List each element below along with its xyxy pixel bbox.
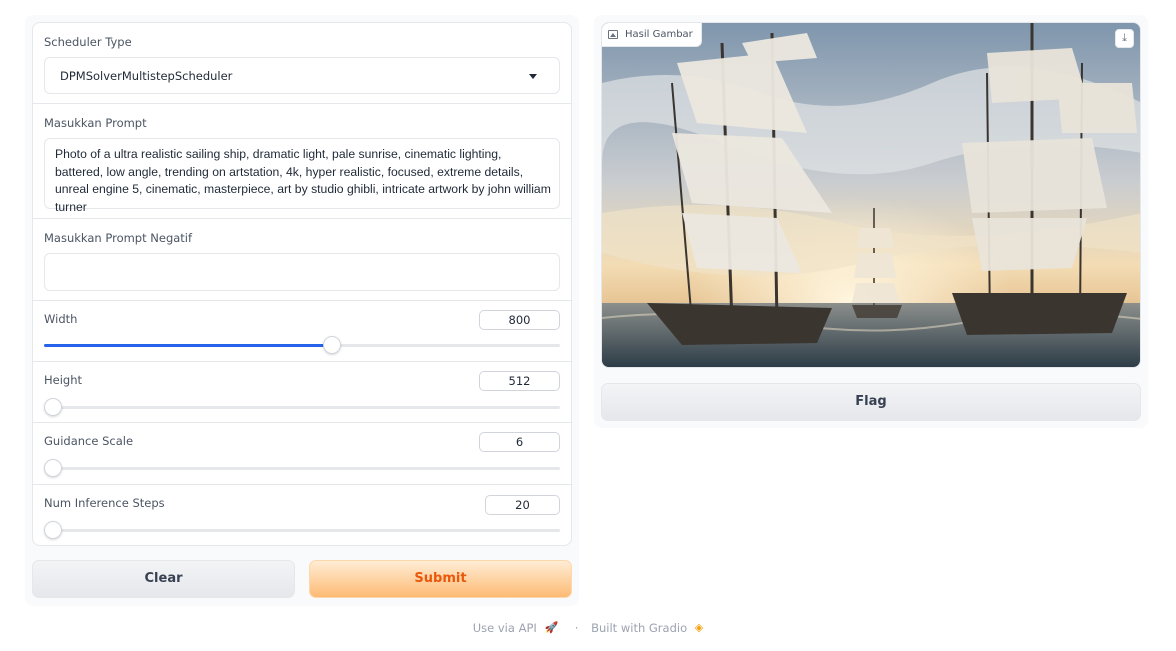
prompt-text: Photo of a ultra realistic sailing ship,… [55, 147, 551, 214]
steps-slider-thumb[interactable] [44, 521, 62, 539]
width-label: Width [44, 312, 78, 326]
scheduler-label: Scheduler Type [44, 35, 132, 49]
submit-button[interactable]: Submit [309, 560, 572, 598]
steps-slider-track[interactable] [44, 521, 560, 539]
footer: Use via API 🚀 · Built with Gradio ◈ [0, 620, 1176, 635]
image-icon [608, 30, 618, 39]
negative-prompt-block: Masukkan Prompt Negatif [33, 219, 571, 301]
guidance-slider-track[interactable] [44, 459, 560, 477]
scheduler-value: DPMSolverMultistepScheduler [60, 69, 233, 83]
clear-button[interactable]: Clear [32, 560, 295, 598]
scheduler-dropdown[interactable]: DPMSolverMultistepScheduler [44, 57, 560, 94]
scheduler-block: Scheduler Type DPMSolverMultistepSchedul… [33, 23, 571, 104]
height-slider-track[interactable] [44, 398, 560, 416]
image-label: Hasil Gambar [602, 23, 702, 47]
input-form: Scheduler Type DPMSolverMultistepSchedul… [32, 22, 572, 546]
height-slider-block: Height 512 [33, 362, 571, 423]
chevron-down-icon [529, 74, 537, 79]
prompt-label: Masukkan Prompt [44, 116, 147, 130]
width-number-input[interactable]: 800 [479, 310, 560, 330]
height-label: Height [44, 373, 83, 387]
width-slider-thumb[interactable] [322, 336, 341, 354]
generated-image [602, 23, 1140, 367]
negative-prompt-label: Masukkan Prompt Negatif [44, 231, 193, 245]
guidance-number-input[interactable]: 6 [479, 432, 560, 452]
output-image: Hasil Gambar ⤓ [601, 22, 1141, 368]
steps-label: Num Inference Steps [44, 496, 165, 510]
height-number-input[interactable]: 512 [479, 371, 560, 391]
output-panel: Hasil Gambar ⤓ Flag [594, 15, 1148, 428]
width-slider-fill [44, 344, 333, 347]
width-slider-track[interactable] [44, 336, 560, 354]
download-icon[interactable]: ⤓ [1115, 29, 1134, 48]
footer-separator: · [574, 620, 579, 635]
guidance-slider-thumb[interactable] [44, 459, 62, 477]
negative-prompt-input[interactable] [44, 253, 560, 291]
input-panel: Scheduler Type DPMSolverMultistepSchedul… [25, 15, 579, 606]
built-with-gradio-link[interactable]: Built with Gradio [591, 621, 687, 635]
height-slider-thumb[interactable] [44, 398, 62, 416]
guidance-slider-block: Guidance Scale 6 [33, 423, 571, 485]
guidance-label: Guidance Scale [44, 434, 134, 448]
steps-slider-block: Num Inference Steps 20 [33, 485, 571, 545]
prompt-block: Masukkan Prompt Photo of a ultra realist… [33, 104, 571, 219]
rocket-icon: 🚀 [544, 621, 559, 634]
gradio-logo-icon: ◈ [694, 621, 704, 634]
use-via-api-link[interactable]: Use via API [473, 621, 537, 635]
flag-button[interactable]: Flag [601, 383, 1141, 421]
steps-number-input[interactable]: 20 [485, 495, 560, 515]
width-slider-block: Width 800 [33, 301, 571, 362]
prompt-input[interactable]: Photo of a ultra realistic sailing ship,… [44, 138, 560, 214]
image-label-text: Hasil Gambar [625, 29, 693, 40]
